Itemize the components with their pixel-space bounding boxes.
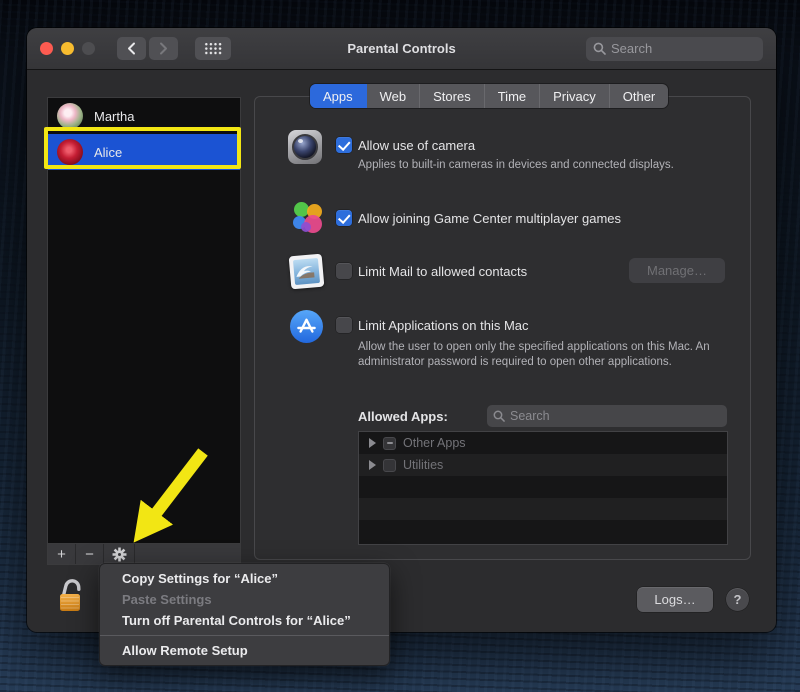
tab-web[interactable]: Web bbox=[367, 84, 421, 108]
mail-icon bbox=[289, 254, 325, 290]
logs-button[interactable]: Logs… bbox=[637, 587, 713, 612]
titlebar-search-input[interactable] bbox=[611, 41, 756, 56]
menu-item-allow-remote-setup[interactable]: Allow Remote Setup bbox=[100, 640, 389, 661]
zoom-window-button-disabled bbox=[82, 42, 95, 55]
utilities-checkbox[interactable] bbox=[383, 459, 396, 472]
titlebar: Parental Controls bbox=[27, 28, 776, 70]
allow-gamecenter-checkbox[interactable] bbox=[336, 210, 352, 226]
forward-button-disabled bbox=[149, 37, 178, 60]
allowed-apps-label: Allowed Apps: bbox=[358, 409, 448, 424]
add-user-button[interactable]: + bbox=[48, 544, 76, 564]
tab-stores[interactable]: Stores bbox=[420, 84, 485, 108]
titlebar-search-field[interactable] bbox=[586, 37, 763, 61]
allow-camera-checkbox[interactable] bbox=[336, 137, 352, 153]
allowed-apps-search-field[interactable] bbox=[487, 405, 727, 427]
disclosure-triangle-icon[interactable] bbox=[369, 460, 376, 470]
minimize-window-button[interactable] bbox=[61, 42, 74, 55]
user-row-alice[interactable]: Alice bbox=[48, 134, 240, 170]
unlocked-padlock-icon[interactable] bbox=[53, 576, 87, 616]
app-store-a-glyph bbox=[290, 310, 323, 343]
gear-icon bbox=[112, 547, 127, 562]
tab-apps[interactable]: Apps bbox=[310, 84, 367, 108]
menu-separator bbox=[100, 635, 389, 636]
empty-list-row bbox=[359, 498, 727, 520]
empty-list-row bbox=[359, 520, 727, 542]
tab-time[interactable]: Time bbox=[485, 84, 540, 108]
window-title: Parental Controls bbox=[347, 41, 455, 56]
user-list: Martha Alice bbox=[47, 97, 241, 544]
alice-avatar bbox=[57, 139, 83, 165]
gear-context-menu: Copy Settings for “Alice” Paste Settings… bbox=[99, 563, 390, 666]
limit-mail-label: Limit Mail to allowed contacts bbox=[358, 264, 527, 279]
list-item-utilities[interactable]: Utilities bbox=[359, 454, 727, 476]
manage-button: Manage… bbox=[629, 258, 725, 283]
list-item-label: Other Apps bbox=[403, 436, 466, 450]
action-bar-spacer bbox=[135, 544, 240, 564]
game-center-icon bbox=[292, 202, 324, 234]
help-button[interactable]: ? bbox=[726, 588, 749, 611]
mail-stamp bbox=[293, 258, 320, 285]
menu-item-copy-settings[interactable]: Copy Settings for “Alice” bbox=[100, 568, 389, 589]
disclosure-triangle-icon[interactable] bbox=[369, 438, 376, 448]
menu-item-paste-settings: Paste Settings bbox=[100, 589, 389, 610]
limit-applications-label: Limit Applications on this Mac bbox=[358, 318, 529, 333]
user-row-martha[interactable]: Martha bbox=[48, 98, 240, 134]
chevron-left-icon bbox=[127, 42, 136, 55]
remove-user-button[interactable]: − bbox=[76, 544, 104, 564]
limit-applications-desc: Allow the user to open only the specifie… bbox=[358, 340, 738, 370]
eagle-glyph bbox=[293, 258, 320, 285]
list-item-label: Utilities bbox=[403, 458, 443, 472]
gear-action-button[interactable] bbox=[104, 544, 135, 564]
limit-mail-checkbox[interactable] bbox=[336, 263, 352, 279]
other-apps-checkbox[interactable] bbox=[383, 437, 396, 450]
show-all-preferences-button[interactable] bbox=[195, 37, 231, 60]
app-store-icon bbox=[290, 310, 323, 343]
tab-other[interactable]: Other bbox=[610, 84, 669, 108]
close-window-button[interactable] bbox=[40, 42, 53, 55]
desktop-background: Parental Controls Martha Alice + − bbox=[0, 0, 800, 692]
user-name: Alice bbox=[94, 145, 122, 160]
allow-camera-label: Allow use of camera bbox=[358, 138, 475, 153]
grid-icon bbox=[204, 42, 222, 55]
list-item-other-apps[interactable]: Other Apps bbox=[359, 432, 727, 454]
user-list-action-bar: + − bbox=[47, 544, 241, 565]
camera-lens bbox=[292, 134, 318, 160]
tab-privacy[interactable]: Privacy bbox=[540, 84, 610, 108]
allow-camera-desc: Applies to built-in cameras in devices a… bbox=[358, 158, 748, 173]
gc-bubble-purple bbox=[301, 222, 311, 232]
limit-applications-checkbox[interactable] bbox=[336, 317, 352, 333]
back-button[interactable] bbox=[117, 37, 146, 60]
tab-bar: Apps Web Stores Time Privacy Other bbox=[310, 84, 668, 108]
camera-icon bbox=[288, 130, 322, 164]
user-name: Martha bbox=[94, 109, 134, 124]
martha-avatar bbox=[57, 103, 83, 129]
search-icon bbox=[593, 42, 606, 55]
allowed-apps-search-input[interactable] bbox=[510, 409, 721, 423]
allow-gamecenter-label: Allow joining Game Center multiplayer ga… bbox=[358, 211, 621, 226]
allowed-apps-list: Other Apps Utilities bbox=[358, 431, 728, 545]
empty-list-row bbox=[359, 476, 727, 498]
chevron-right-icon bbox=[159, 42, 168, 55]
menu-item-turn-off-parental-controls[interactable]: Turn off Parental Controls for “Alice” bbox=[100, 610, 389, 631]
search-icon bbox=[493, 410, 505, 422]
